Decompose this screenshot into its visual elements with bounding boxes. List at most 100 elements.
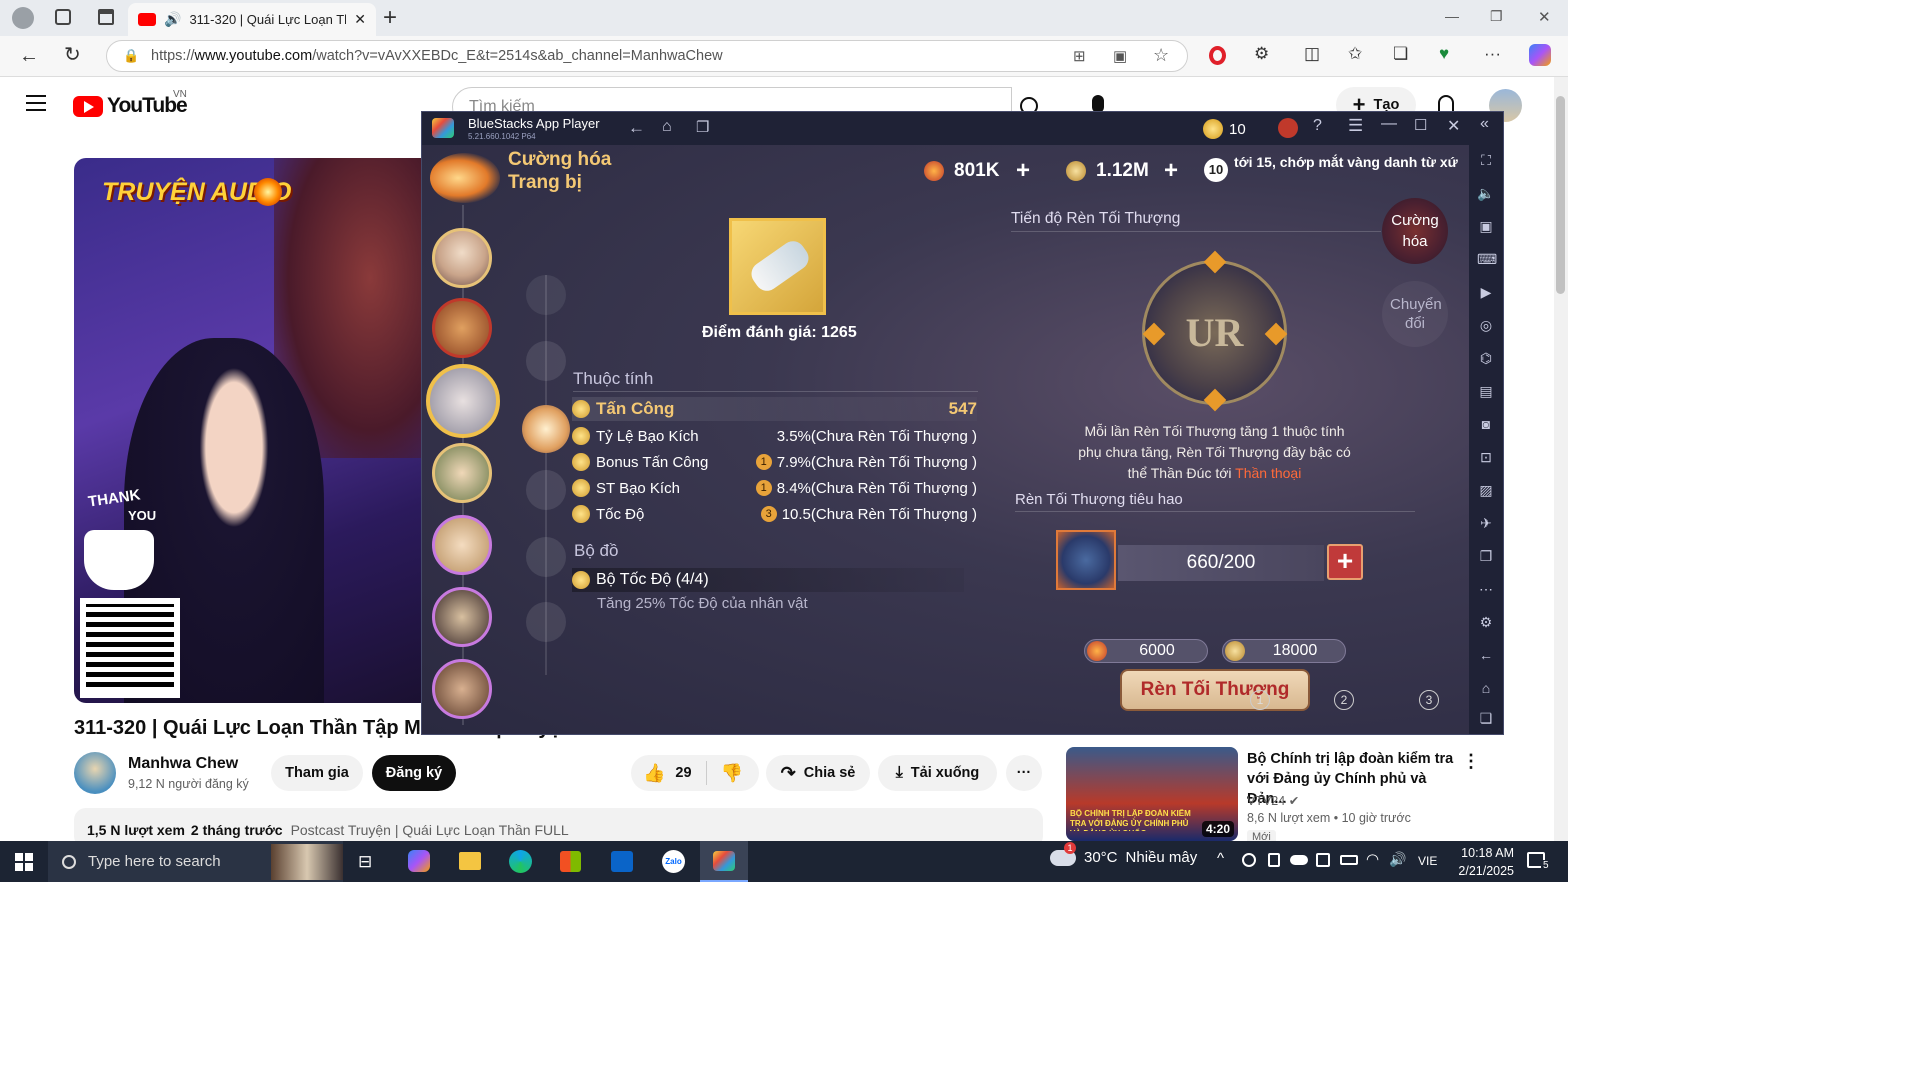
step-2-indicator[interactable]: 2 bbox=[1334, 690, 1354, 710]
bs-sidebar-home-icon[interactable]: ⌂ bbox=[1477, 680, 1495, 698]
channel-name[interactable]: Manhwa Chew bbox=[128, 755, 238, 773]
url-field[interactable]: 🔒 https://www.youtube.com/watch?v=vAvXXE… bbox=[106, 40, 1188, 72]
bs-sidebar-recent-icon[interactable]: ❏ bbox=[1477, 710, 1495, 728]
media-manager-icon[interactable]: ▣ bbox=[1477, 218, 1495, 236]
close-window-button[interactable]: ✕ bbox=[1538, 8, 1551, 26]
fullscreen-icon[interactable]: ⛶ bbox=[1477, 152, 1495, 170]
slot-weapon-icon[interactable] bbox=[526, 275, 566, 315]
tab-close-icon[interactable]: ✕ bbox=[354, 11, 366, 28]
record-icon[interactable]: ⊡ bbox=[1477, 449, 1495, 467]
recommendation-item[interactable]: BỘ CHÍNH TRỊ LẬP ĐOÀN KIỂM TRA VỚI ĐẢNG … bbox=[1066, 747, 1546, 841]
show-hidden-icons[interactable]: ^ bbox=[1217, 850, 1224, 867]
app-available-icon[interactable]: ⊞ bbox=[1073, 47, 1086, 65]
share-button[interactable]: ↷ Chia sẻ bbox=[766, 755, 870, 791]
description-box[interactable]: 1,5 N lượt xem 2 tháng trước Postcast Tr… bbox=[74, 808, 1043, 841]
hero-portrait-3-selected[interactable] bbox=[426, 364, 500, 438]
youtube-logo[interactable]: YouTube bbox=[73, 94, 188, 118]
taskbar-search[interactable]: Type here to search bbox=[48, 841, 343, 882]
profile-icon[interactable] bbox=[12, 7, 34, 29]
file-explorer-icon[interactable] bbox=[459, 852, 481, 870]
slot-belt-icon[interactable] bbox=[526, 537, 566, 577]
clock[interactable]: 10:18 AM 2/21/2025 bbox=[1450, 844, 1514, 880]
rec-channel[interactable]: VTV24 ✔ bbox=[1247, 793, 1299, 808]
task-view-icon[interactable]: ⊟ bbox=[358, 852, 372, 872]
language-indicator[interactable]: VIE bbox=[1418, 854, 1437, 868]
scrollbar-thumb[interactable] bbox=[1556, 96, 1565, 294]
resource-2-add-icon[interactable]: + bbox=[1164, 157, 1178, 185]
hero-portrait-1[interactable] bbox=[432, 228, 492, 288]
subscribe-button[interactable]: Đăng ký bbox=[372, 755, 456, 791]
airplane-mode-icon[interactable]: ✈ bbox=[1477, 515, 1495, 533]
restore-button[interactable]: ❐ bbox=[1490, 8, 1503, 25]
battery-icon[interactable] bbox=[1340, 855, 1358, 865]
weather-widget[interactable]: 1 30°C Nhiều mây bbox=[1050, 841, 1197, 866]
bs-menu-icon[interactable]: ☰ bbox=[1348, 116, 1363, 136]
copilot-icon[interactable] bbox=[1529, 44, 1551, 66]
bs-multitask-icon[interactable]: ❐ bbox=[696, 118, 709, 136]
material-slot[interactable] bbox=[1056, 530, 1116, 590]
step-3-indicator[interactable]: 3 bbox=[1419, 690, 1439, 710]
split-screen-icon[interactable]: ◫ bbox=[1304, 45, 1320, 62]
bs-coin-counter[interactable]: 10 bbox=[1203, 117, 1263, 141]
tab-actions-icon[interactable] bbox=[98, 9, 114, 25]
step-1-indicator[interactable]: 1 bbox=[1250, 690, 1270, 710]
bs-settings-icon[interactable]: ⚙ bbox=[1477, 614, 1495, 632]
hero-portrait-6[interactable] bbox=[432, 587, 492, 647]
hero-portrait-5[interactable] bbox=[432, 515, 492, 575]
gallery-icon[interactable]: ▨ bbox=[1477, 482, 1495, 500]
onedrive-icon[interactable] bbox=[1290, 855, 1308, 865]
refresh-icon[interactable]: ↻ bbox=[64, 45, 81, 65]
read-aloud-icon[interactable]: ▣ bbox=[1113, 47, 1127, 65]
favorite-star-icon[interactable]: ☆ bbox=[1153, 45, 1169, 66]
enhance-tab[interactable]: Cường hóa bbox=[1382, 198, 1448, 264]
bs-sidebar-back-icon[interactable]: ← bbox=[1477, 647, 1495, 665]
notification-center-icon[interactable]: 5 bbox=[1527, 852, 1551, 871]
opera-extension-icon[interactable] bbox=[1209, 46, 1226, 65]
rec-thumbnail[interactable]: BỘ CHÍNH TRỊ LẬP ĐOÀN KIỂM TRA VỚI ĐẢNG … bbox=[1066, 747, 1238, 841]
collections-icon[interactable]: ❏ bbox=[1393, 45, 1408, 62]
back-icon[interactable]: ← bbox=[19, 46, 39, 66]
resource-1-add-icon[interactable]: + bbox=[1016, 157, 1030, 185]
hero-portrait-4[interactable] bbox=[432, 443, 492, 503]
forge-button[interactable]: Rèn Tối Thượng bbox=[1120, 669, 1310, 711]
keyboard-controls-icon[interactable]: ⌨ bbox=[1477, 251, 1497, 269]
like-count[interactable]: 29 bbox=[675, 765, 691, 781]
bs-back-icon[interactable]: ← bbox=[628, 118, 645, 138]
start-button[interactable] bbox=[15, 853, 33, 871]
bs-close-icon[interactable]: ✕ bbox=[1447, 116, 1460, 136]
extensions-icon[interactable]: ⚙ bbox=[1254, 45, 1269, 62]
browser-essentials-icon[interactable]: ♥ bbox=[1439, 45, 1449, 62]
minimize-button[interactable]: — bbox=[1445, 8, 1459, 24]
settings-more-icon[interactable]: ··· bbox=[1484, 45, 1501, 62]
wifi-icon[interactable]: ◠ bbox=[1366, 850, 1379, 868]
tray-app-3-icon[interactable] bbox=[1316, 853, 1330, 867]
tray-app-2-icon[interactable] bbox=[1268, 853, 1280, 867]
apk-install-icon[interactable]: ▤ bbox=[1477, 383, 1495, 401]
download-button[interactable]: ⤓ Tải xuống bbox=[878, 755, 997, 791]
bs-collapse-sidebar-icon[interactable]: « bbox=[1480, 115, 1489, 133]
more-tools-icon[interactable]: ⋯ bbox=[1477, 581, 1495, 599]
workspaces-icon[interactable] bbox=[55, 9, 71, 25]
screenshot-icon[interactable]: ◙ bbox=[1477, 416, 1495, 434]
like-icon[interactable]: 👍 bbox=[643, 763, 665, 784]
bs-game-avatar-icon[interactable] bbox=[1278, 118, 1298, 138]
join-button[interactable]: Tham gia bbox=[271, 755, 363, 791]
favorites-icon[interactable]: ✩ bbox=[1348, 45, 1362, 62]
store-icon[interactable] bbox=[560, 851, 581, 872]
copilot-taskbar-icon[interactable] bbox=[408, 850, 430, 872]
rec-more-icon[interactable]: ⋮ bbox=[1462, 751, 1480, 772]
multi-instance-icon[interactable]: ❐ bbox=[1477, 548, 1495, 566]
hero-portrait-2[interactable] bbox=[432, 298, 492, 358]
zalo-icon[interactable]: Zalo bbox=[662, 850, 685, 873]
bs-minimize-icon[interactable]: — bbox=[1381, 115, 1397, 133]
bs-maximize-icon[interactable]: ☐ bbox=[1414, 116, 1427, 134]
new-tab-button[interactable]: + bbox=[383, 4, 397, 32]
convert-tab[interactable]: Chuyển đổi bbox=[1382, 281, 1448, 347]
slot-armor-icon[interactable] bbox=[526, 341, 566, 381]
sync-icon[interactable]: ◎ bbox=[1477, 317, 1495, 335]
material-add-button[interactable]: + bbox=[1327, 544, 1363, 580]
slot-ring-icon[interactable] bbox=[526, 602, 566, 642]
volume-icon[interactable]: 🔈 bbox=[1477, 185, 1495, 203]
active-tab[interactable]: 🔊 311-320 | Quái Lực Loạn Thầ ✕ bbox=[128, 3, 376, 36]
speaker-icon[interactable]: 🔊 bbox=[1389, 851, 1406, 868]
